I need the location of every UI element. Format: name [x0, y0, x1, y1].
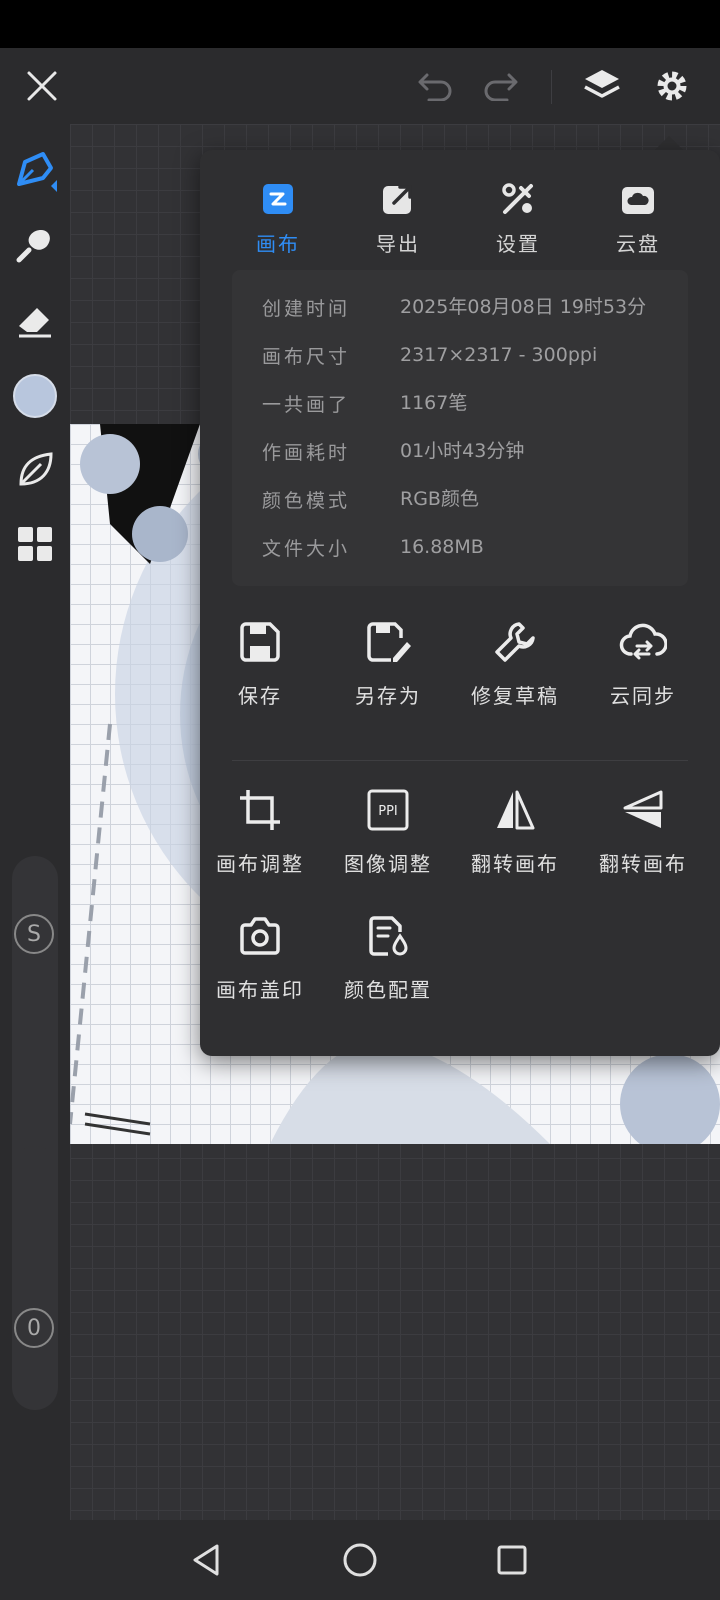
- tab-export[interactable]: 导出: [343, 168, 453, 268]
- redo-icon[interactable]: [480, 66, 520, 106]
- canvas-tab-icon: [261, 182, 295, 216]
- smudge-tool-icon[interactable]: [11, 220, 59, 268]
- info-value: 01小时43分钟: [400, 440, 525, 462]
- close-icon[interactable]: [22, 66, 62, 106]
- panel-divider: [232, 760, 688, 761]
- svg-text:PPI: PPI: [378, 804, 398, 819]
- grid-apps-icon[interactable]: [11, 520, 59, 568]
- canvas-stamp-button[interactable]: 画布盖印: [195, 912, 325, 1032]
- cloud-sync-button[interactable]: 云同步: [578, 618, 708, 738]
- info-row-strokes: 一共画了 1167笔: [262, 390, 467, 430]
- recents-nav-icon[interactable]: [490, 1538, 534, 1582]
- status-bar: [0, 0, 720, 48]
- info-key: 作画耗时: [262, 442, 351, 464]
- tab-label: 画布: [256, 232, 300, 256]
- info-key: 一共画了: [262, 394, 351, 416]
- info-value: 2317×2317 - 300ppi: [400, 344, 598, 366]
- flip-horizontal-icon: [491, 786, 539, 834]
- action-label: 画布调整: [216, 852, 304, 876]
- info-value: 16.88MB: [400, 536, 484, 558]
- back-nav-icon[interactable]: [184, 1538, 228, 1582]
- info-row-size: 画布尺寸 2317×2317 - 300ppi: [262, 342, 597, 382]
- save-button[interactable]: 保存: [195, 618, 325, 738]
- left-tool-sidebar: S 0: [0, 124, 70, 1520]
- panel-tabs: 画布 导出 设置 云盘: [200, 168, 720, 268]
- color-profile-button[interactable]: 颜色配置: [323, 912, 453, 1032]
- action-label: 图像调整: [344, 852, 432, 876]
- save-icon: [236, 618, 284, 666]
- top-toolbar: [0, 48, 720, 124]
- export-icon: [381, 182, 415, 216]
- canvas-adjust-button[interactable]: 画布调整: [195, 786, 325, 906]
- tab-label: 导出: [376, 232, 420, 256]
- leaf-icon[interactable]: [11, 446, 59, 494]
- toolbar-divider: [551, 70, 552, 104]
- color-profile-icon: [364, 912, 412, 960]
- info-key: 文件大小: [262, 538, 351, 560]
- info-key: 创建时间: [262, 298, 351, 320]
- eraser-icon[interactable]: [11, 296, 59, 344]
- info-value: 1167笔: [400, 392, 468, 414]
- info-row-created: 创建时间 2025年08月08日 19时53分: [262, 294, 646, 334]
- gear-icon[interactable]: [652, 66, 692, 106]
- brush-size-knob[interactable]: S: [14, 914, 54, 954]
- save-as-icon: [364, 618, 412, 666]
- action-label: 画布盖印: [216, 978, 304, 1002]
- tab-label: 设置: [496, 232, 540, 256]
- layers-icon[interactable]: [582, 66, 622, 106]
- info-key: 画布尺寸: [262, 346, 351, 368]
- save-as-button[interactable]: 另存为: [323, 618, 453, 738]
- crop-icon: [236, 786, 284, 834]
- flip-vertical-icon: [619, 786, 667, 834]
- flip-canvas-vertical-button[interactable]: 翻转画布: [578, 786, 708, 906]
- repair-draft-button[interactable]: 修复草稿: [450, 618, 580, 738]
- action-label: 颜色配置: [344, 978, 432, 1002]
- info-value: 2025年08月08日 19时53分: [400, 296, 647, 318]
- tab-cloud[interactable]: 云盘: [583, 168, 693, 268]
- color-swatch[interactable]: [11, 372, 59, 420]
- camera-stamp-icon: [236, 912, 284, 960]
- tab-canvas[interactable]: 画布: [223, 168, 333, 268]
- repair-wrench-icon: [491, 618, 539, 666]
- settings-tools-icon: [501, 182, 535, 216]
- canvas-settings-panel: 画布 导出 设置 云盘 创建时间 2025年08月08日 19时53分 画布尺寸…: [200, 150, 720, 1056]
- info-key: 颜色模式: [262, 490, 351, 512]
- opacity-knob[interactable]: 0: [14, 1308, 54, 1348]
- action-label: 翻转画布: [599, 852, 687, 876]
- home-nav-icon[interactable]: [338, 1538, 382, 1582]
- info-row-color-mode: 颜色模式 RGB颜色: [262, 486, 479, 526]
- action-label: 翻转画布: [471, 852, 559, 876]
- tab-settings[interactable]: 设置: [463, 168, 573, 268]
- info-value: RGB颜色: [400, 488, 479, 510]
- cloud-sync-icon: [619, 618, 667, 666]
- tab-label: 云盘: [616, 232, 660, 256]
- action-label: 保存: [238, 684, 282, 708]
- action-label: 云同步: [610, 684, 676, 708]
- image-adjust-button[interactable]: PPI 图像调整: [323, 786, 453, 906]
- info-row-file-size: 文件大小 16.88MB: [262, 534, 484, 574]
- flip-canvas-horizontal-button[interactable]: 翻转画布: [450, 786, 580, 906]
- cloud-drive-icon: [621, 182, 655, 216]
- opacity-slider[interactable]: [12, 1146, 58, 1410]
- ppi-icon: PPI: [364, 786, 412, 834]
- action-label: 修复草稿: [471, 684, 559, 708]
- canvas-info-card: 创建时间 2025年08月08日 19时53分 画布尺寸 2317×2317 -…: [232, 270, 688, 586]
- info-row-duration: 作画耗时 01小时43分钟: [262, 438, 524, 478]
- undo-icon[interactable]: [416, 66, 456, 106]
- action-label: 另存为: [355, 684, 421, 708]
- pen-tool-icon[interactable]: [11, 146, 59, 194]
- system-navigation-bar: [0, 1520, 720, 1600]
